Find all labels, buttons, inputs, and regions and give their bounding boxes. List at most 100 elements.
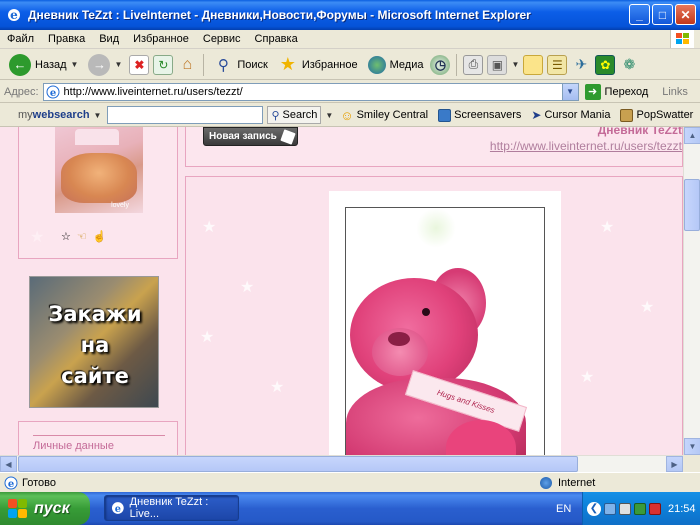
start-button[interactable]: пуск bbox=[0, 492, 90, 525]
photo-frame: Hugs and Kisses bbox=[329, 191, 561, 455]
back-button[interactable]: ← Назад ▼ bbox=[6, 52, 81, 78]
title-bar: e Дневник TeZzt : LiveInternet - Дневник… bbox=[0, 0, 700, 30]
order-banner[interactable]: Закажи на сайте bbox=[29, 276, 159, 408]
websearch-toolbar: mywebsearch ▼ ⚲ Search ▼ ☺ Smiley Centra… bbox=[0, 104, 700, 127]
tray-app-icon[interactable] bbox=[634, 502, 646, 515]
hand-icon[interactable]: ☝ bbox=[93, 230, 107, 243]
go-button[interactable]: ➜ Переход bbox=[584, 83, 648, 100]
scroll-right-icon[interactable]: ▶ bbox=[666, 456, 683, 472]
divider bbox=[33, 435, 165, 436]
menu-tools[interactable]: Сервис bbox=[196, 33, 248, 45]
window-title: Дневник TeZzt : LiveInternet - Дневники,… bbox=[28, 8, 531, 22]
zone-label: Internet bbox=[558, 476, 596, 489]
taskbar-ie-window[interactable]: e Дневник TeZzt : Live... bbox=[104, 495, 239, 521]
scroll-down-icon[interactable]: ▼ bbox=[684, 438, 700, 455]
screensavers-label: Screensavers bbox=[454, 109, 522, 121]
history-icon[interactable]: ◷ bbox=[430, 54, 451, 75]
print-icon[interactable]: ⎙ bbox=[463, 54, 484, 75]
star-icon: ★ bbox=[279, 54, 296, 74]
home-icon[interactable]: ⌂ bbox=[177, 55, 197, 75]
search-button[interactable]: ⚲ Поиск bbox=[210, 52, 270, 78]
go-arrow-icon: ➜ bbox=[584, 83, 601, 100]
system-tray: ❮ 21:54 bbox=[582, 492, 700, 525]
favorites-button[interactable]: ★ Избранное bbox=[275, 52, 361, 78]
menu-favorites[interactable]: Избранное bbox=[126, 33, 196, 45]
back-label: Назад bbox=[35, 58, 67, 71]
close-button[interactable]: ✕ bbox=[675, 4, 696, 25]
banner-line: на bbox=[80, 333, 110, 357]
mywebsearch-logo[interactable]: mywebsearch bbox=[18, 109, 90, 121]
media-button[interactable]: Медиа bbox=[365, 52, 427, 78]
address-dropdown-icon[interactable]: ▼ bbox=[561, 83, 578, 100]
stop-icon[interactable]: ✖ bbox=[129, 54, 150, 75]
page-viewport[interactable]: ★ ★ ★ ★ ★ ★ ★ ★ lovely ☆ ☜ ☝ Закажи на с… bbox=[0, 127, 683, 455]
websearch-dropdown-icon[interactable]: ▼ bbox=[325, 111, 333, 120]
cursor-icon: ➤ bbox=[531, 108, 542, 122]
edit-dropdown-icon[interactable]: ▼ bbox=[511, 60, 519, 69]
links-button[interactable]: Links bbox=[662, 86, 688, 98]
windows-logo-icon bbox=[670, 30, 694, 48]
new-post-label: Новая запись bbox=[209, 131, 277, 142]
security-icon[interactable] bbox=[649, 502, 661, 515]
smiley-central-button[interactable]: ☺ Smiley Central bbox=[337, 108, 431, 123]
discuss-icon[interactable] bbox=[523, 54, 544, 75]
websearch-button[interactable]: ⚲ Search bbox=[267, 106, 322, 124]
avatar-kitten-image[interactable]: lovely bbox=[55, 127, 143, 213]
cursor-mania-button[interactable]: ➤ Cursor Mania bbox=[528, 108, 613, 122]
websearch-input[interactable] bbox=[107, 106, 264, 124]
tool-icon[interactable]: ✿ bbox=[595, 54, 616, 75]
popswatter-label: PopSwatter bbox=[636, 109, 694, 121]
menu-file[interactable]: Файл bbox=[0, 33, 41, 45]
network-icon[interactable] bbox=[604, 502, 616, 515]
star-outline-icon[interactable]: ☆ bbox=[61, 230, 71, 243]
bear-nose bbox=[388, 332, 410, 346]
vertical-scroll-thumb[interactable] bbox=[684, 179, 700, 231]
horizontal-scroll-thumb[interactable] bbox=[18, 456, 578, 472]
pencil-icon bbox=[280, 128, 296, 145]
edit-icon[interactable]: ▣ bbox=[487, 54, 508, 75]
diary-url-link[interactable]: http://www.liveinternet.ru/users/tezzt bbox=[490, 139, 682, 153]
back-arrow-icon: ← bbox=[9, 53, 31, 76]
status-text: Готово bbox=[22, 476, 56, 489]
windows-flag-icon bbox=[8, 498, 28, 519]
forward-button[interactable]: → ▼ bbox=[85, 52, 125, 78]
smiley-label: Smiley Central bbox=[356, 109, 429, 121]
teddy-bear-photo[interactable]: Hugs and Kisses bbox=[345, 207, 545, 455]
refresh-icon[interactable]: ↻ bbox=[153, 54, 174, 75]
back-dropdown-icon[interactable]: ▼ bbox=[71, 60, 79, 69]
security-zone: Internet bbox=[540, 476, 596, 489]
task-label: Дневник TeZzt : Live... bbox=[129, 496, 209, 520]
address-input[interactable]: e http://www.liveinternet.ru/users/tezzt… bbox=[42, 82, 579, 101]
minimize-button[interactable]: _ bbox=[629, 4, 650, 25]
menu-help[interactable]: Справка bbox=[248, 33, 305, 45]
menu-edit[interactable]: Правка bbox=[41, 33, 92, 45]
tray-expand-icon[interactable]: ❮ bbox=[587, 501, 601, 516]
personal-data-link[interactable]: Личные данные bbox=[33, 440, 114, 452]
screensavers-button[interactable]: Screensavers bbox=[435, 108, 524, 122]
research-icon[interactable]: ☰ bbox=[547, 54, 568, 75]
logo-dropdown-icon[interactable]: ▼ bbox=[94, 111, 102, 120]
language-indicator[interactable]: EN bbox=[556, 492, 571, 525]
popswatter-icon bbox=[620, 108, 634, 122]
vertical-scrollbar[interactable]: ▲ ▼ bbox=[683, 127, 700, 455]
messenger-icon[interactable]: ✈ bbox=[571, 55, 591, 75]
scroll-left-icon[interactable]: ◀ bbox=[0, 456, 17, 472]
page-icon: e bbox=[46, 85, 60, 99]
hand-icon[interactable]: ☜ bbox=[77, 230, 87, 243]
kitten-figure bbox=[61, 153, 137, 203]
magnifier-icon: ⚲ bbox=[271, 109, 280, 122]
people-icon[interactable]: ❁ bbox=[619, 55, 639, 75]
avatar-panel: lovely ☆ ☜ ☝ bbox=[18, 127, 178, 259]
toolbar-separator bbox=[203, 53, 205, 76]
standard-toolbar: ← Назад ▼ → ▼ ✖ ↻ ⌂ ⚲ Поиск ★ Избранное … bbox=[0, 50, 700, 80]
horizontal-scrollbar[interactable]: ◀ ▶ bbox=[0, 455, 683, 472]
popswatter-button[interactable]: PopSwatter bbox=[617, 108, 696, 122]
new-post-button[interactable]: Новая запись bbox=[203, 127, 298, 146]
maximize-button[interactable]: □ bbox=[652, 4, 673, 25]
menu-view[interactable]: Вид bbox=[92, 33, 126, 45]
forward-dropdown-icon[interactable]: ▼ bbox=[114, 60, 122, 69]
speaker-icon[interactable] bbox=[619, 502, 631, 515]
address-label: Адрес: bbox=[4, 85, 39, 98]
magnifier-icon: ⚲ bbox=[217, 56, 229, 74]
scroll-up-icon[interactable]: ▲ bbox=[684, 127, 700, 144]
